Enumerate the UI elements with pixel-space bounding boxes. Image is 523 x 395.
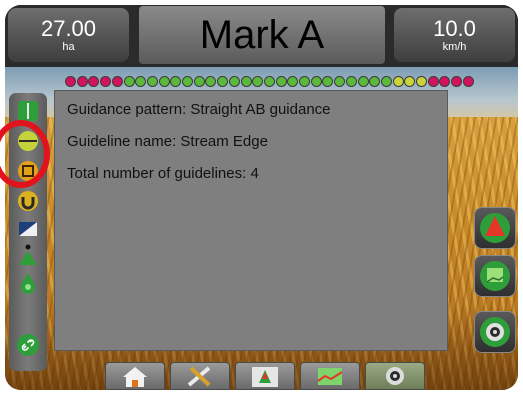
speed-counter[interactable]: 10.0 km/h — [394, 8, 515, 62]
screen-options-icon — [480, 317, 510, 347]
lightbar-led — [88, 76, 100, 87]
guidance-mode-icon — [480, 261, 510, 291]
map-tab[interactable] — [300, 362, 360, 390]
lightbar-led — [100, 76, 112, 87]
droplet-icon[interactable] — [16, 271, 40, 295]
view-orientation-button[interactable] — [474, 207, 516, 249]
area-unit: ha — [62, 41, 75, 53]
lightbar-led — [182, 76, 193, 87]
lightbar-led — [135, 76, 147, 87]
guidance-tab[interactable] — [235, 362, 295, 390]
guidance-mode-button[interactable] — [474, 255, 516, 297]
lightbar-led — [263, 76, 275, 87]
lightbar-led — [380, 76, 392, 87]
lightbar-led — [404, 76, 416, 87]
guidance-arrow-icon[interactable] — [16, 243, 40, 267]
lightbar-led — [439, 76, 451, 87]
lightbar-led — [111, 76, 123, 87]
screen-options-button[interactable] — [474, 311, 516, 353]
lightbar-led — [334, 76, 346, 87]
lightbar-led — [275, 76, 287, 87]
link-icon[interactable] — [16, 333, 40, 357]
bottom-tab-bar — [105, 362, 427, 390]
lightbar-led — [205, 76, 217, 87]
lightbar-led — [287, 76, 299, 87]
tools-icon — [187, 366, 211, 387]
screen: 27.00 ha Mark A 10.0 km/h Guidance patte… — [0, 0, 523, 395]
lightbar-led — [76, 76, 88, 87]
home-icon — [123, 367, 147, 387]
lightbar-led — [357, 76, 369, 87]
view-orientation-icon — [480, 213, 510, 243]
lightbar-led — [310, 76, 322, 87]
lightbar-led — [228, 76, 240, 87]
lightbar-led — [217, 76, 229, 87]
lightbar-led — [123, 76, 135, 87]
guidance-lightbar — [65, 76, 475, 88]
lightbar-led — [322, 76, 334, 87]
lightbar-led — [345, 76, 357, 87]
lightbar-led — [416, 76, 427, 87]
lightbar-led — [170, 76, 182, 87]
area-counter[interactable]: 27.00 ha — [8, 8, 129, 62]
lightbar-led — [252, 76, 264, 87]
lightbar-led — [65, 76, 76, 87]
map-icon — [317, 368, 343, 385]
guideline-info-panel: Guidance pattern: Straight AB guidance G… — [54, 90, 448, 351]
lightbar-led — [369, 76, 381, 87]
lightbar-led — [146, 76, 158, 87]
console-display: 27.00 ha Mark A 10.0 km/h Guidance patte… — [5, 5, 518, 390]
guidance-icon — [252, 367, 278, 387]
home-tab[interactable] — [105, 362, 165, 390]
lightbar-led — [462, 76, 474, 87]
camera-tab[interactable] — [365, 362, 425, 390]
magnet-icon[interactable] — [16, 189, 40, 213]
lightbar-led — [392, 76, 404, 87]
tilt-icon[interactable] — [16, 217, 40, 241]
top-status-bar: 27.00 ha Mark A 10.0 km/h — [5, 5, 518, 67]
camera-icon — [386, 367, 404, 385]
guideline-name-text: Guideline name: Stream Edge — [67, 133, 268, 150]
lightbar-led — [240, 76, 252, 87]
total-guidelines-text: Total number of guidelines: 4 — [67, 165, 259, 182]
guideline-title: Mark A — [199, 13, 325, 57]
lightbar-led — [451, 76, 463, 87]
lightbar-led — [158, 76, 170, 87]
speed-value: 10.0 — [433, 16, 476, 41]
highlight-circle — [0, 120, 50, 188]
area-value: 27.00 — [40, 16, 97, 41]
guidance-title-box[interactable]: Mark A — [139, 6, 385, 64]
lightbar-led — [193, 76, 205, 87]
tools-tab[interactable] — [170, 362, 230, 390]
guidance-pattern-text: Guidance pattern: Straight AB guidance — [67, 101, 331, 118]
lightbar-led — [427, 76, 439, 87]
lightbar-led — [299, 76, 310, 87]
speed-unit: km/h — [442, 41, 467, 53]
